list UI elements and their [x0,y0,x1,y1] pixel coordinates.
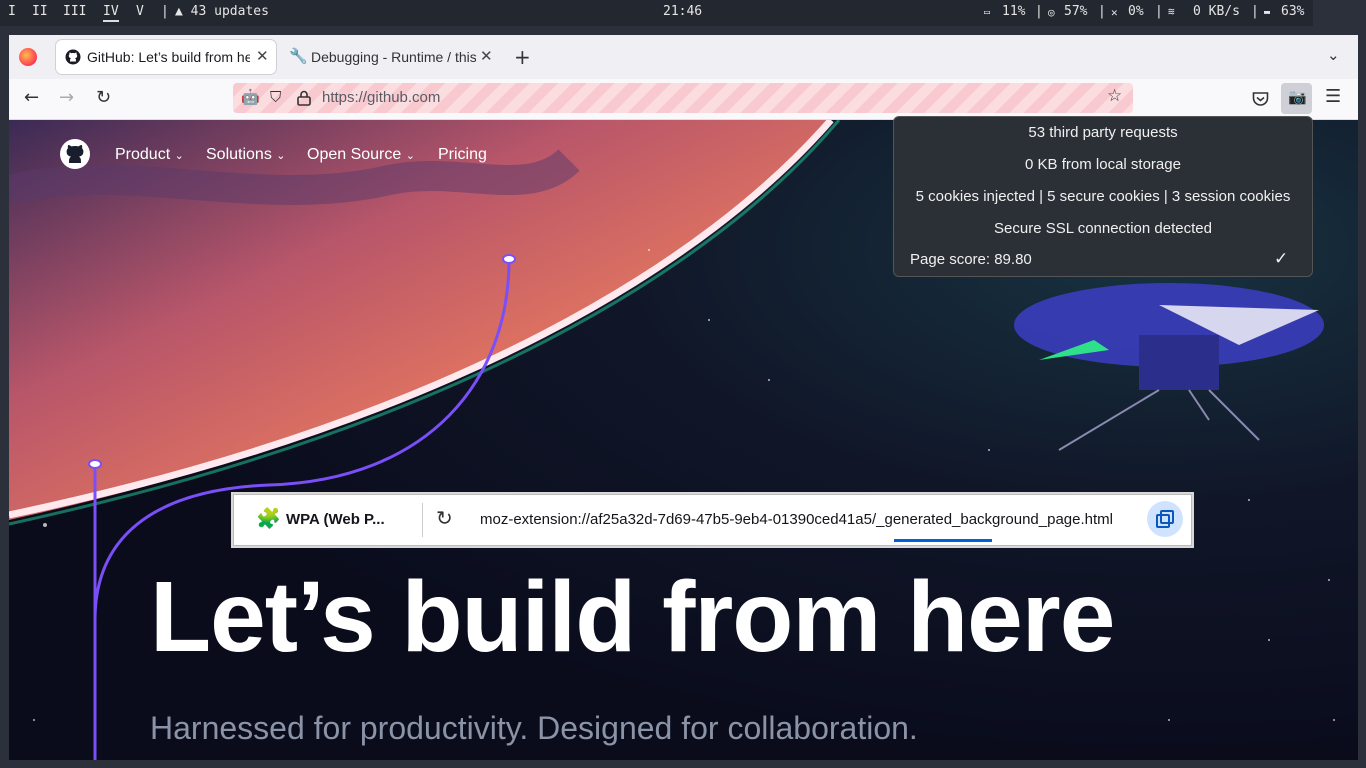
copy-button[interactable] [1147,501,1183,537]
third-party-requests: 53 third party requests [1028,124,1178,141]
tab-label: Debugging - Runtime / this-firefox [311,49,476,65]
cookies-summary: 5 cookies injected | 5 secure cookies | … [915,188,1291,205]
shield-icon[interactable]: ⛉ [270,88,281,106]
github-logo-icon[interactable] [59,138,91,170]
new-tab-button[interactable]: + [514,45,531,69]
battery-value: 63% [1281,4,1305,19]
battery-icon: ▬ [1264,7,1271,18]
reload-button[interactable]: ↻ [96,87,111,108]
close-icon[interactable]: ✕ [256,47,269,65]
chevron-down-icon: ⌄ [276,150,286,162]
workspace-4[interactable]: IV [103,4,119,22]
robot-icon[interactable]: 🤖 [241,88,260,106]
back-button[interactable]: ← [24,87,39,108]
tab-debugging[interactable]: 🔧 Debugging - Runtime / this-firefox ✕ [280,40,500,74]
updates-indicator[interactable]: ▲ 43 updates [175,4,269,19]
hero-title: Let’s build from here [150,561,1115,673]
workspace-5[interactable]: V [136,4,144,19]
divider [422,503,423,537]
forward-button[interactable]: → [59,87,74,108]
checkmark-icon: ✓ [1274,249,1289,268]
nav-solutions[interactable]: Solutions ⌄ [206,146,286,164]
volume-muted-icon: ✕ [1111,6,1118,19]
clock: 21:46 [663,4,703,19]
wrench-icon: 🔧 [289,48,308,65]
workspace-2[interactable]: II [32,4,48,19]
tab-bar: GitHub: Let’s build from here ✕ 🔧 Debugg… [9,35,1358,79]
reload-icon[interactable]: ↻ [436,506,453,530]
nav-pricing[interactable]: Pricing [438,146,487,164]
navigation-bar: ← → ↻ 🤖 ⛉ https://github.com ☆ 📷 ☰ [9,79,1358,120]
bookmark-star-icon[interactable]: ☆ [1107,86,1122,106]
workspace-3[interactable]: III [63,4,86,19]
chevron-down-icon: ⌄ [405,150,415,162]
extension-button[interactable]: 📷 [1281,83,1312,114]
network-value: 0 KB/s [1193,4,1240,19]
memory-value: 57% [1064,4,1088,19]
url-text[interactable]: https://github.com [322,89,440,106]
firefox-icon[interactable] [19,48,37,66]
extension-popup: 53 third party requests 0 KB from local … [893,116,1313,277]
tab-label: GitHub: Let’s build from here [87,49,250,65]
cpu-value: 11% [1002,4,1026,19]
page-score: Page score: 89.80 [910,251,1032,268]
nav-product[interactable]: Product ⌄ [115,146,184,164]
local-storage: 0 KB from local storage [1025,156,1181,173]
debug-extension-row: 🧩 WPA (Web P... ↻ moz-extension://af25a3… [233,494,1192,546]
workspace-1[interactable]: I [8,4,16,19]
selection-highlight [894,539,992,542]
cpu-icon: ▭ [984,7,991,18]
puzzle-piece-icon: 🧩 [256,506,281,530]
ssl-status: Secure SSL connection detected [994,220,1212,237]
pocket-icon[interactable] [1252,91,1269,107]
tab-github[interactable]: GitHub: Let’s build from here ✕ [56,40,276,74]
hero-subtitle: Harnessed for productivity. Designed for… [150,710,918,746]
chevron-down-icon: ⌄ [174,150,184,162]
camera-icon: 📷 [1288,88,1307,106]
nav-open-source[interactable]: Open Source ⌄ [307,146,415,164]
separator: | [161,4,169,19]
close-icon[interactable]: ✕ [480,47,493,65]
extension-url[interactable]: moz-extension://af25a32d-7d69-47b5-9eb4-… [480,511,1113,528]
extension-name: WPA (Web P... [286,511,385,528]
github-icon [65,49,81,65]
menu-icon[interactable]: ☰ [1325,86,1341,107]
list-tabs-chevron-icon[interactable]: ⌄ [1327,46,1340,64]
system-bar: I II III IV V | ▲ 43 updates 21:46 ▭ 11%… [0,0,1313,26]
volume-value: 0% [1128,4,1144,19]
copy-icon [1156,510,1174,528]
wifi-icon: ≋ [1168,5,1175,18]
lock-icon[interactable] [297,90,311,106]
memory-icon: ◎ [1048,6,1055,19]
url-bar[interactable]: 🤖 ⛉ https://github.com ☆ [233,83,1133,113]
